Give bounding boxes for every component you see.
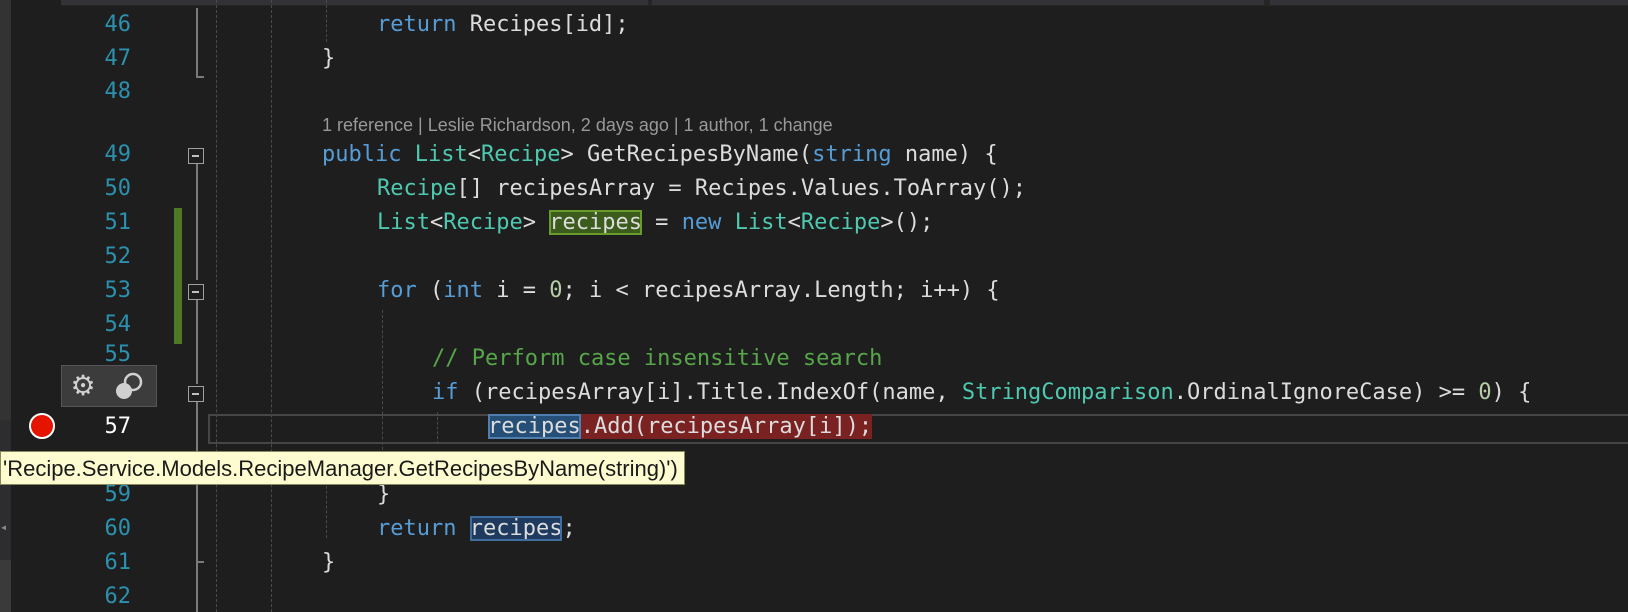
breakpoint-conditions-icon[interactable]	[112, 370, 146, 402]
code-token: >	[522, 210, 550, 235]
code-token: ;	[562, 516, 576, 541]
code-token: ; i < recipesArray.Length; i++) {	[562, 278, 1000, 303]
line-number: 50	[104, 176, 132, 201]
code-line-47[interactable]: }	[322, 42, 335, 76]
code-token: StringComparison	[961, 380, 1174, 405]
tab-strip-segment	[1270, 0, 1628, 5]
left-strip-lower	[0, 560, 11, 612]
line-number: 47	[104, 46, 132, 71]
line-number: 54	[104, 312, 132, 337]
outline-line	[196, 164, 198, 280]
reference-highlight-read[interactable]: recipes	[469, 516, 563, 541]
code-token: return	[377, 12, 457, 37]
line-number: 53	[104, 278, 132, 303]
code-line-56[interactable]: if (recipesArray[i].Title.IndexOf(name, …	[432, 376, 1531, 410]
indent-guide	[216, 0, 217, 612]
collapse-for-toggle[interactable]	[188, 284, 204, 300]
glyph-margin[interactable]	[11, 0, 61, 612]
reference-highlight-read[interactable]: recipes	[488, 414, 581, 439]
code-token: >();	[880, 210, 934, 235]
code-token: string	[812, 142, 892, 167]
outline-tick	[196, 561, 204, 563]
code-token: Recipes[id];	[456, 12, 629, 37]
code-token: List	[734, 210, 788, 235]
code-token: for	[377, 278, 417, 303]
line-number: 51	[104, 210, 132, 235]
code-line-57[interactable]: recipes.Add(recipesArray[i]);	[488, 410, 873, 444]
code-token: .OrdinalIgnoreCase) >=	[1173, 380, 1479, 405]
indent-guide	[326, 0, 327, 42]
code-token: Recipe	[800, 210, 881, 235]
breakpoint-statement-highlight[interactable]: .Add(recipesArray[i]);	[580, 414, 873, 439]
line-number: 48	[104, 79, 132, 104]
code-token: return	[377, 516, 457, 541]
code-token: <	[429, 210, 444, 235]
code-token: new	[681, 210, 722, 235]
code-token: > GetRecipesByName(	[560, 142, 813, 167]
code-line-55[interactable]: // Perform case insensitive search	[432, 342, 882, 376]
codelens-info[interactable]: 1 reference | Leslie Richardson, 2 days …	[322, 112, 833, 138]
indent-guide	[271, 0, 272, 612]
code-token: i =	[483, 278, 550, 303]
code-token: Recipe	[443, 210, 523, 235]
code-line-50[interactable]: Recipe[] recipesArray = Recipes.Values.T…	[377, 172, 1026, 206]
breakpoint-icon[interactable]	[29, 413, 55, 439]
code-token: int	[443, 278, 483, 303]
change-tracking-bar	[174, 208, 182, 344]
line-number: 60	[104, 516, 132, 541]
reference-highlight-write[interactable]: recipes	[549, 210, 642, 235]
code-token: [] recipesArray = Recipes.Values.ToArray…	[456, 176, 1027, 201]
code-line-60[interactable]: return recipes;	[377, 512, 576, 546]
code-line-61[interactable]: }	[322, 546, 335, 580]
code-token: <	[467, 142, 481, 167]
line-number-current: 57	[104, 414, 132, 439]
line-number: 49	[104, 142, 132, 167]
code-line-46[interactable]: return Recipes[id];	[377, 8, 629, 42]
collapse-method-toggle[interactable]	[188, 148, 204, 164]
code-token: Recipe	[480, 142, 561, 167]
code-line-51[interactable]: List<Recipe> recipes = new List<Recipe>(…	[377, 206, 933, 240]
code-token: =	[641, 210, 682, 235]
code-token: public	[322, 142, 402, 167]
line-number: 46	[104, 12, 132, 37]
code-token: }	[322, 46, 336, 71]
outline-line	[196, 402, 198, 612]
code-token: (	[416, 278, 444, 303]
code-token: (recipesArray[i].Title.IndexOf(name,	[458, 380, 962, 405]
tab-strip-segment	[652, 0, 1264, 5]
left-strip-upper	[0, 0, 11, 420]
code-token: ) {	[1491, 380, 1532, 405]
outline-line	[196, 300, 198, 384]
line-number: 62	[104, 584, 132, 609]
current-line-highlight	[208, 414, 1628, 444]
outline-tick	[196, 76, 204, 78]
code-token: Recipe	[377, 176, 457, 201]
gear-icon[interactable]: ⚙	[66, 370, 100, 402]
code-token: 0	[1478, 380, 1492, 405]
outline-line	[196, 8, 198, 78]
breakpoint-quick-actions: ⚙	[61, 365, 157, 407]
code-line-53[interactable]: for (int i = 0; i < recipesArray.Length;…	[377, 274, 1000, 308]
code-token: }	[322, 550, 336, 575]
collapse-if-toggle[interactable]	[188, 386, 204, 402]
code-token: List	[414, 142, 468, 167]
datatip-tooltip: 'Recipe.Service.Models.RecipeManager.Get…	[0, 451, 685, 485]
chevron-left-icon[interactable]: ◂	[0, 520, 7, 534]
top-tab-strip	[0, 0, 1628, 6]
line-number: 52	[104, 244, 132, 269]
line-number: 61	[104, 550, 132, 575]
code-comment: // Perform case insensitive search	[432, 346, 883, 371]
tab-strip-segment	[0, 0, 648, 5]
code-token: <	[787, 210, 801, 235]
code-token: List	[377, 210, 430, 235]
left-tool-strip: ◂	[0, 0, 11, 612]
code-token: name) {	[891, 142, 998, 167]
code-token: if	[432, 380, 459, 405]
code-line-49[interactable]: public List<Recipe> GetRecipesByName(str…	[322, 138, 998, 172]
code-token: 0	[549, 278, 563, 303]
